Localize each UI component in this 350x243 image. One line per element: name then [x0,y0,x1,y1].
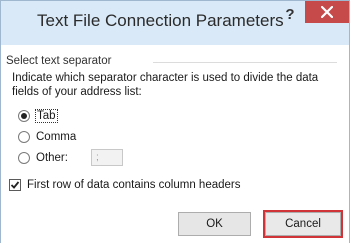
checkmark-icon [10,181,20,189]
separator-description: Indicate which separator character is us… [12,72,319,98]
header-row-checkbox[interactable]: First row of data contains column header… [9,179,241,191]
close-icon [321,6,333,18]
radio-other[interactable]: Other: [18,149,68,167]
ok-button[interactable]: OK [178,212,251,236]
help-button[interactable]: ? [283,5,297,25]
separator-group-label: Select text separator [6,55,112,67]
radio-other-indicator[interactable] [18,152,30,164]
radio-other-label: Other: [36,152,68,164]
radio-comma[interactable]: Comma [18,128,76,146]
dialog-body: Select text separator Indicate which sep… [1,45,349,243]
group-divider [153,62,337,63]
radio-tab-indicator[interactable] [18,110,30,122]
radio-comma-indicator[interactable] [18,131,30,143]
cancel-button[interactable]: Cancel [265,212,341,236]
radio-tab-label: Tab [35,109,58,123]
dialog-window: Text File Connection Parameters ? Select… [0,0,350,243]
radio-tab[interactable]: Tab [18,107,58,125]
header-checkbox-label: First row of data contains column header… [27,179,241,191]
header-checkbox-box[interactable] [9,179,21,191]
close-button[interactable] [305,1,349,23]
radio-comma-label: Comma [36,131,77,143]
other-separator-input[interactable] [91,149,123,166]
dialog-title: Text File Connection Parameters [37,11,284,30]
title-bar: Text File Connection Parameters ? [1,1,349,45]
